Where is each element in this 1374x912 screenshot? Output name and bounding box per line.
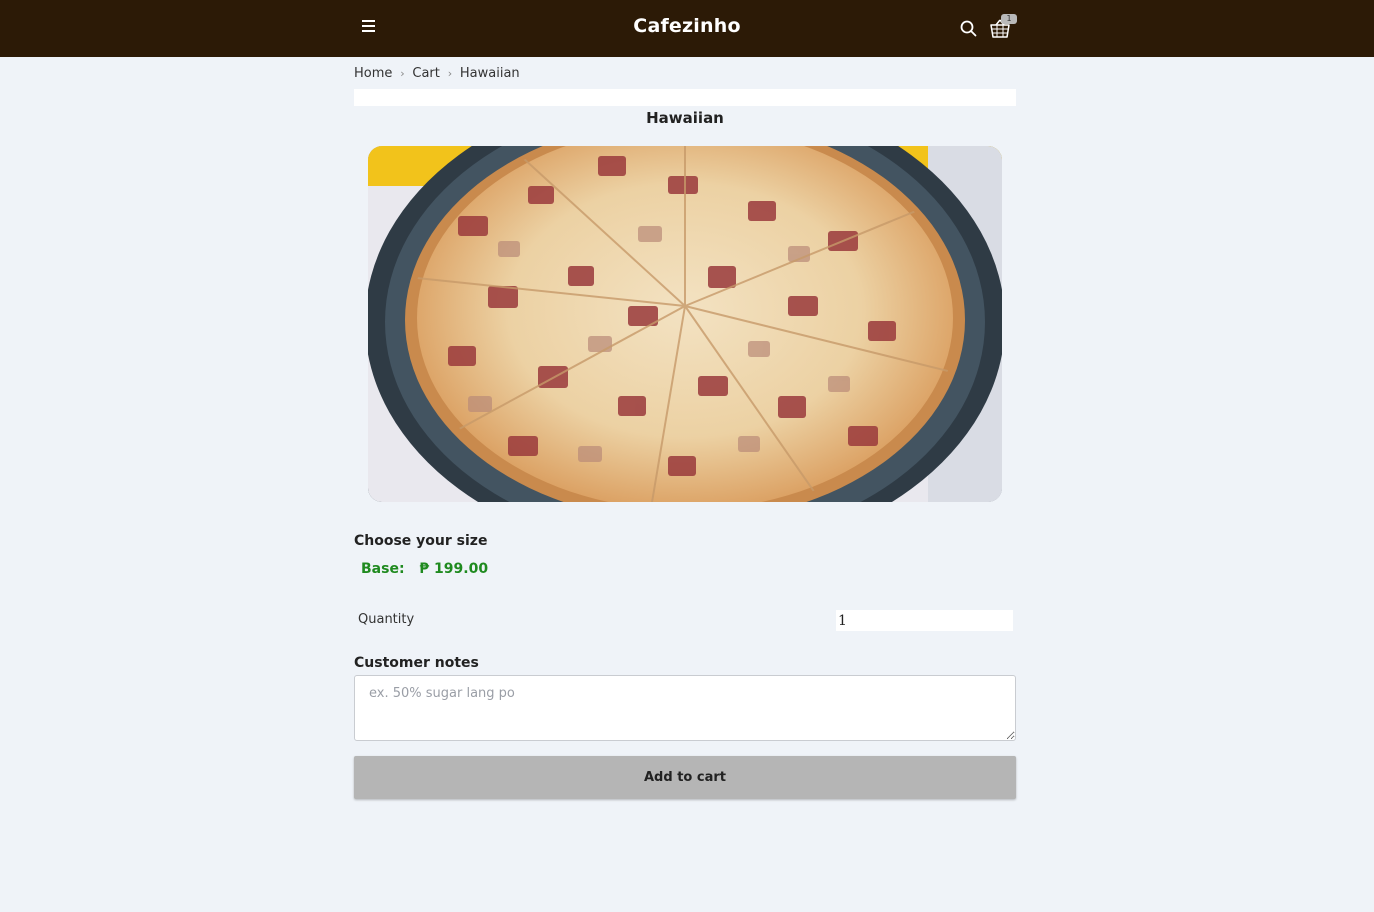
customer-notes-heading: Customer notes (354, 655, 479, 671)
size-option-price: ₱ 199.00 (419, 561, 489, 577)
customer-notes-input[interactable] (354, 675, 1016, 741)
brand-title[interactable]: Cafezinho (0, 15, 1374, 37)
size-option-label: Base: (361, 561, 405, 577)
search-icon[interactable] (959, 19, 978, 38)
size-heading: Choose your size (354, 533, 488, 549)
size-option-base[interactable]: Base: ₱ 199.00 (361, 561, 488, 577)
cart-count-badge: 1 (1001, 14, 1017, 24)
content-top-strip (354, 89, 1016, 106)
breadcrumb-cart[interactable]: Cart (412, 66, 440, 81)
breadcrumb-current: Hawaiian (459, 65, 520, 81)
breadcrumb-home[interactable]: Home (354, 66, 392, 81)
add-to-cart-button[interactable]: Add to cart (354, 756, 1016, 799)
breadcrumb: Home › Cart › Hawaiian (354, 64, 520, 82)
product-image (368, 146, 1002, 502)
quantity-label: Quantity (358, 612, 415, 627)
top-navbar: Cafezinho 1 (0, 0, 1374, 57)
chevron-right-icon: › (400, 66, 405, 80)
quantity-input[interactable] (836, 610, 1013, 631)
chevron-right-icon: › (447, 66, 453, 80)
product-title: Hawaiian (646, 109, 724, 127)
